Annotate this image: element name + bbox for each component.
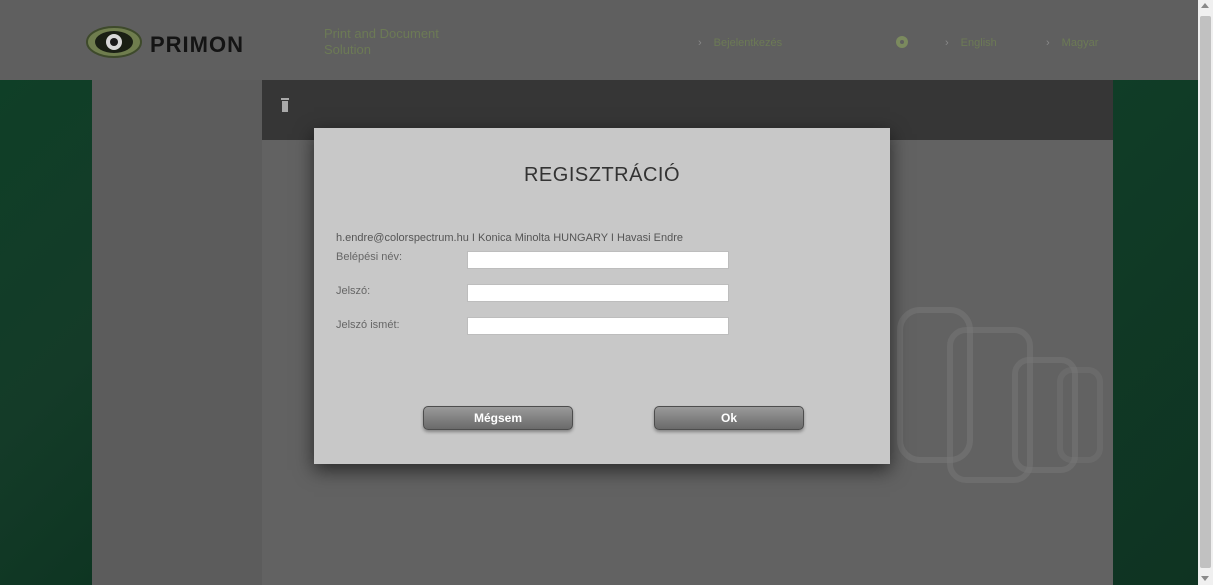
chevron-right-icon: › bbox=[1046, 37, 1050, 49]
header: PRIMON Print and Document Solution › Beje… bbox=[0, 0, 1198, 80]
page: PRIMON Print and Document Solution › Beje… bbox=[0, 0, 1198, 585]
chevron-right-icon: › bbox=[945, 37, 949, 49]
nav-english-label: English bbox=[960, 37, 997, 49]
right-decorative-band bbox=[1113, 80, 1198, 585]
gear-icon[interactable] bbox=[896, 36, 908, 48]
nav-login-label: Bejelentkezés bbox=[713, 37, 783, 49]
left-decorative-band bbox=[0, 80, 92, 585]
nav-magyar-label: Magyar bbox=[1061, 37, 1099, 49]
password-repeat-input[interactable] bbox=[467, 317, 729, 335]
scroll-down-icon[interactable] bbox=[1201, 576, 1209, 581]
password-label: Jelszó: bbox=[336, 285, 371, 297]
page-scrollbar[interactable] bbox=[1198, 0, 1213, 585]
nav-magyar-link[interactable]: › Magyar bbox=[1046, 37, 1098, 49]
watermark-graphic bbox=[897, 307, 1103, 483]
logo[interactable]: PRIMON bbox=[86, 22, 286, 64]
password-repeat-label: Jelszó ismét: bbox=[336, 319, 400, 331]
tagline: Print and Document Solution bbox=[324, 26, 439, 57]
content-left-panel bbox=[92, 80, 262, 585]
registration-dialog: REGISZTRÁCIÓ h.endre@colorspectrum.hu I … bbox=[314, 128, 890, 464]
scroll-up-icon[interactable] bbox=[1201, 3, 1209, 8]
trash-icon[interactable] bbox=[281, 98, 289, 112]
username-label: Belépési név: bbox=[336, 251, 403, 263]
cancel-button[interactable]: Mégsem bbox=[423, 406, 573, 430]
dialog-title: REGISZTRÁCIÓ bbox=[523, 164, 680, 186]
password-input[interactable] bbox=[467, 284, 729, 302]
logo-text: PRIMON bbox=[150, 32, 244, 57]
user-info-text: h.endre@colorspectrum.hu I Konica Minolt… bbox=[336, 232, 684, 244]
eye-logo-icon bbox=[86, 26, 142, 58]
nav-login-link[interactable]: › Bejelentkezés bbox=[698, 37, 782, 49]
ok-button[interactable]: Ok bbox=[654, 406, 804, 430]
chevron-right-icon: › bbox=[698, 37, 702, 49]
scrollbar-thumb[interactable] bbox=[1200, 16, 1211, 568]
username-input[interactable] bbox=[467, 251, 729, 269]
nav-english-link[interactable]: › English bbox=[945, 37, 997, 49]
